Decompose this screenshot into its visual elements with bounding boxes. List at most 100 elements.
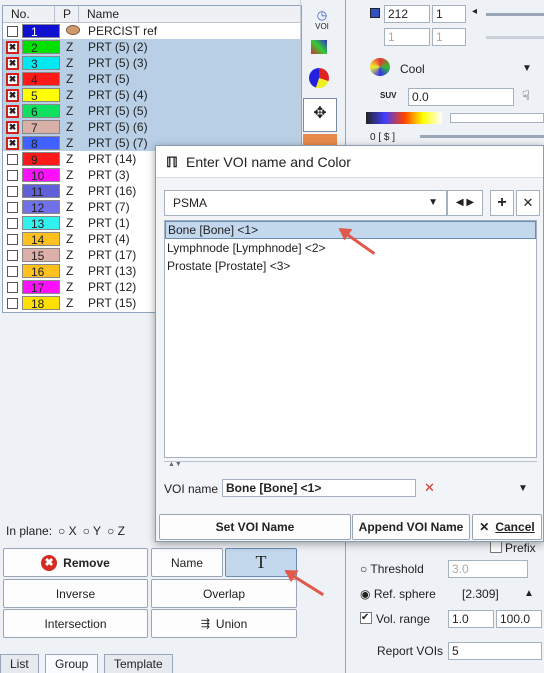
colormap-select[interactable]: Cool bbox=[400, 62, 425, 76]
slice-field[interactable]: 212 bbox=[384, 5, 430, 23]
overlap-button[interactable]: Overlap bbox=[151, 579, 297, 608]
row-checkbox[interactable] bbox=[7, 169, 18, 181]
table-row[interactable]: ✖ 3 Z PRT (5) (3) bbox=[3, 55, 301, 71]
row-plane: Z bbox=[66, 88, 74, 102]
row-name: PRT (5) bbox=[88, 72, 130, 86]
row-number: 16 bbox=[22, 264, 60, 279]
voi-name-list[interactable]: Bone [Bone] <1> Lymphnode [Lymphnode] <2… bbox=[164, 220, 537, 458]
row-number: 5 bbox=[22, 88, 60, 103]
ref-sphere-up-icon[interactable]: ▲ bbox=[524, 588, 534, 599]
row-checkbox[interactable] bbox=[7, 217, 18, 229]
ref-sphere-radio[interactable]: ◉ Ref. sphere bbox=[360, 587, 436, 601]
vol-min-field[interactable]: 1.0 bbox=[448, 610, 494, 628]
prefix-checkbox[interactable]: Prefix bbox=[490, 541, 536, 555]
row-checkbox[interactable] bbox=[7, 201, 18, 213]
row-name: PRT (5) (3) bbox=[88, 56, 148, 70]
report-vois-field[interactable]: 5 bbox=[448, 642, 542, 660]
name-button[interactable]: Name bbox=[151, 548, 223, 577]
list-item[interactable]: Lymphnode [Lymphnode] <2> bbox=[165, 239, 536, 257]
row-number: 7 bbox=[22, 120, 60, 135]
tab-group[interactable]: Group bbox=[45, 654, 99, 673]
voi-icon[interactable]: ◷ VOI bbox=[307, 8, 337, 34]
group-select[interactable]: PSMA ▼ bbox=[164, 190, 447, 216]
table-row[interactable]: ✖ 7 Z PRT (5) (6) bbox=[3, 119, 301, 135]
row-plane: Z bbox=[66, 152, 74, 166]
row-plane: Z bbox=[66, 248, 74, 262]
row-plane: Z bbox=[66, 264, 74, 278]
disabled-field-2: 1 bbox=[432, 28, 466, 46]
add-icon[interactable]: + bbox=[490, 190, 514, 216]
clear-icon[interactable]: ✕ bbox=[424, 480, 435, 496]
row-checkbox[interactable]: ✖ bbox=[6, 88, 19, 102]
dialog-title-bar[interactable]: ℿ Enter VOI name and Color bbox=[156, 146, 543, 178]
radio-y[interactable]: ○ Y bbox=[83, 524, 101, 538]
row-checkbox[interactable] bbox=[7, 297, 18, 309]
radio-z[interactable]: ○ Z bbox=[107, 524, 125, 538]
row-plane: Z bbox=[66, 104, 74, 118]
table-row[interactable]: ✖ 2 Z PRT (5) (2) bbox=[3, 39, 301, 55]
col-name-header[interactable]: Name bbox=[79, 6, 301, 22]
row-checkbox[interactable]: ✖ bbox=[6, 104, 19, 118]
colormap-dropdown-icon[interactable]: ▼ bbox=[522, 63, 532, 74]
row-checkbox[interactable] bbox=[7, 265, 18, 277]
row-number: 10 bbox=[22, 168, 60, 183]
group-dropdown-icon[interactable]: ▼ bbox=[428, 191, 438, 215]
move-voi-icon[interactable]: ✥ bbox=[303, 98, 337, 132]
voi-name-field[interactable]: Bone [Bone] <1> bbox=[222, 479, 416, 497]
row-checkbox[interactable]: ✖ bbox=[6, 136, 19, 150]
union-button[interactable]: ⇶ Union bbox=[151, 609, 297, 638]
list-item[interactable]: Prostate [Prostate] <3> bbox=[165, 257, 536, 275]
row-checkbox[interactable] bbox=[7, 153, 18, 165]
slice-step-field[interactable]: 1 bbox=[432, 5, 466, 23]
threshold-radio[interactable]: ○ Threshold bbox=[360, 562, 424, 576]
radio-x[interactable]: ○ X bbox=[58, 524, 77, 538]
row-number: 3 bbox=[22, 56, 60, 71]
inverse-button[interactable]: Inverse bbox=[3, 579, 148, 608]
grid-icon[interactable] bbox=[311, 40, 327, 54]
col-no-header[interactable]: No. bbox=[3, 6, 55, 22]
suv-label: SUV bbox=[380, 91, 397, 100]
set-voi-name-button[interactable]: Set VOI Name bbox=[159, 514, 351, 540]
cancel-button[interactable]: ✕ Cancel bbox=[472, 514, 542, 540]
pct-slider[interactable] bbox=[420, 135, 544, 138]
table-row[interactable]: ✖ 6 Z PRT (5) (5) bbox=[3, 103, 301, 119]
table-row[interactable]: ✖ 4 Z PRT (5) bbox=[3, 71, 301, 87]
suv-field[interactable]: 0.0 bbox=[408, 88, 514, 106]
colorbar-slider[interactable] bbox=[450, 113, 544, 123]
slice-slider[interactable] bbox=[486, 13, 544, 16]
vol-range-checkbox[interactable]: ✔ Vol. range bbox=[360, 612, 430, 626]
row-checkbox[interactable] bbox=[7, 281, 18, 293]
pie-icon[interactable] bbox=[309, 68, 329, 88]
vol-max-field[interactable]: 100.0 bbox=[496, 610, 542, 628]
row-plane: Z bbox=[66, 120, 74, 134]
remove-button[interactable]: ✖ Remove bbox=[3, 548, 148, 577]
tab-template[interactable]: Template bbox=[104, 654, 173, 673]
remove-icon: ✖ bbox=[41, 554, 58, 571]
disabled-field-1: 1 bbox=[384, 28, 430, 46]
row-checkbox[interactable] bbox=[7, 249, 18, 261]
col-p-header[interactable]: P bbox=[55, 6, 79, 22]
intersection-button[interactable]: Intersection bbox=[3, 609, 148, 638]
row-checkbox[interactable]: ✖ bbox=[6, 72, 19, 86]
close-icon[interactable]: ✕ bbox=[516, 190, 540, 216]
row-checkbox[interactable]: ✖ bbox=[6, 56, 19, 70]
row-checkbox[interactable] bbox=[7, 25, 18, 37]
row-checkbox[interactable] bbox=[7, 185, 18, 197]
tab-list[interactable]: List bbox=[0, 654, 39, 673]
table-row[interactable]: ✖ 5 Z PRT (5) (4) bbox=[3, 87, 301, 103]
palette-icon[interactable] bbox=[370, 58, 390, 76]
options-dropdown-icon[interactable]: ▼ bbox=[518, 483, 528, 494]
append-voi-name-button[interactable]: Append VOI Name bbox=[352, 514, 470, 540]
table-row-ref[interactable]: 1 PERCIST ref bbox=[3, 23, 301, 39]
slider-left-icon[interactable]: ◂ bbox=[472, 6, 477, 17]
row-checkbox[interactable]: ✖ bbox=[6, 120, 19, 134]
row-checkbox[interactable] bbox=[7, 233, 18, 245]
splitter-icon[interactable]: ▲▼ bbox=[164, 461, 537, 468]
row-checkbox[interactable]: ✖ bbox=[6, 40, 19, 54]
prev-next-icon[interactable]: ◀ ▶ bbox=[447, 190, 483, 216]
thumb-icon[interactable]: ☟ bbox=[522, 88, 530, 104]
row-number: 11 bbox=[22, 184, 60, 199]
in-plane-group: In plane: ○ X ○ Y ○ Z bbox=[6, 524, 125, 538]
row-name: PRT (5) (5) bbox=[88, 104, 148, 118]
row-name: PRT (5) (6) bbox=[88, 120, 148, 134]
